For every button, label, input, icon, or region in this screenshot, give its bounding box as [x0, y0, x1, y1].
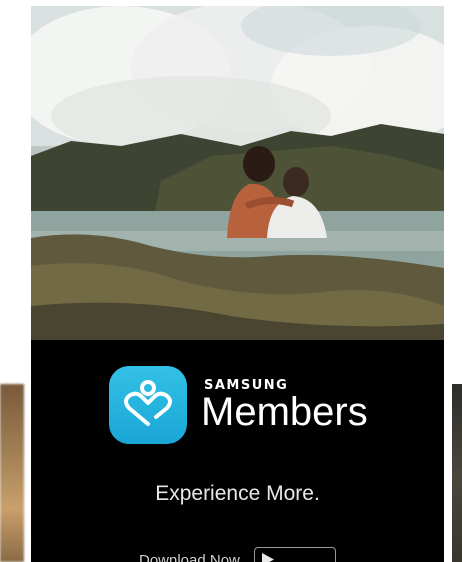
- app-name: Members: [201, 390, 368, 434]
- samsung-members-ad[interactable]: SAMSUNG Members Experience More. Downloa…: [31, 6, 444, 562]
- download-row[interactable]: Download Now: [139, 547, 336, 562]
- samsung-members-heart-icon: [109, 366, 187, 444]
- tagline: Experience More.: [155, 482, 320, 505]
- previous-slide-preview[interactable]: [0, 384, 24, 562]
- download-now-link[interactable]: Download Now: [139, 552, 240, 562]
- google-play-badge[interactable]: [253, 547, 336, 562]
- google-play-icon: [261, 553, 274, 562]
- couple-in-ocean-photo: [31, 6, 444, 340]
- next-slide-preview[interactable]: [452, 384, 462, 562]
- promo-panel: SAMSUNG Members Experience More. Downloa…: [31, 340, 444, 562]
